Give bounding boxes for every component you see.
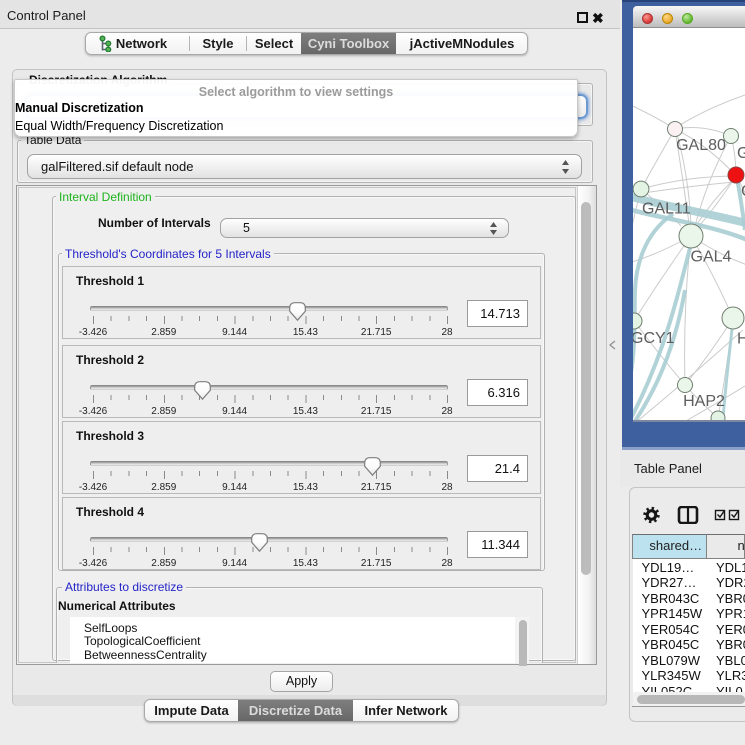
svg-text:GA: GA [737, 145, 745, 162]
svg-text:C: C [741, 183, 745, 200]
svg-text:GCY1: GCY1 [633, 330, 675, 347]
svg-text:GAL11: GAL11 [642, 201, 691, 218]
svg-text:H: H [737, 331, 745, 348]
svg-text:GAL4: GAL4 [691, 249, 732, 266]
svg-text:GAL80: GAL80 [676, 137, 726, 154]
svg-text:HAP2: HAP2 [683, 393, 725, 410]
